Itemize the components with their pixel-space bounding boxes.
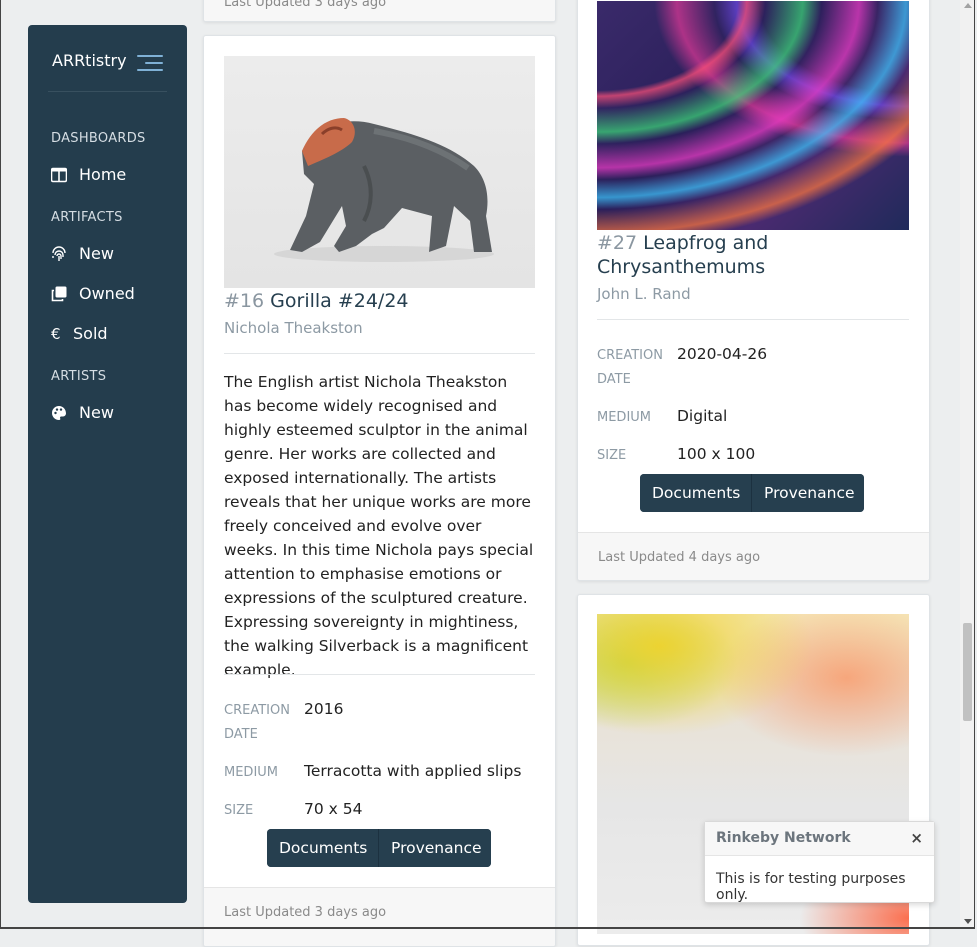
label-line: DATE [597, 372, 631, 387]
sidebar-item-home[interactable]: Home [50, 165, 127, 184]
toast-header: Rinkeby Network × [705, 822, 934, 856]
sidebar-item-owned[interactable]: Owned [51, 284, 135, 303]
close-icon[interactable]: × [910, 829, 923, 847]
toast-body: This is for testing purposes only. [716, 871, 906, 903]
euro-icon: € [51, 324, 61, 343]
sidebar-item-label: Owned [79, 284, 135, 303]
artifact-description: The English artist Nichola Theakston has… [224, 373, 534, 679]
artifact-title: Gorilla #24/24 [270, 290, 409, 312]
label-line: CREATION [224, 703, 290, 718]
medium-value: Digital [677, 407, 728, 425]
size-value: 70 x 54 [304, 800, 363, 818]
label-line: DATE [224, 727, 258, 742]
artifact-card-partial: Last Updated 3 days ago [203, 0, 556, 22]
sidebar-item-label: Sold [73, 324, 108, 343]
last-updated: Last Updated 3 days ago [224, 905, 387, 920]
artist-name: Nichola Theakston [224, 319, 363, 337]
brand-divider [48, 91, 167, 92]
artifact-card-leapfrog: #27 Leapfrog and Chrysanthemums John L. … [577, 0, 930, 581]
artifact-title-line: #16 Gorilla #24/24 [224, 289, 409, 313]
gorilla-sculpture-image [274, 118, 494, 262]
scroll-thumb[interactable] [963, 623, 972, 721]
divider [597, 319, 909, 320]
divider [224, 353, 535, 354]
scroll-up-icon[interactable] [964, 3, 972, 8]
section-dashboards: DASHBOARDS [51, 131, 146, 146]
creation-date-value: 2016 [304, 700, 344, 718]
documents-button[interactable]: Documents [267, 829, 378, 867]
card-footer: Last Updated 3 days ago [204, 887, 555, 946]
divider [224, 674, 535, 675]
sidebar-item-new-artifact[interactable]: New [51, 244, 114, 263]
scroll-down-icon[interactable] [964, 919, 972, 924]
sidebar-item-new-artist[interactable]: New [51, 403, 114, 422]
artifact-title: Chrysanthemums [597, 256, 766, 278]
size-value: 100 x 100 [677, 445, 756, 463]
medium-value: Terracotta with applied slips [304, 762, 522, 780]
section-artifacts: ARTIFACTS [51, 210, 123, 225]
artifact-card-gorilla: #16 Gorilla #24/24 Nichola Theakston The… [203, 35, 556, 947]
sidebar: ARRtistry DASHBOARDS Home ARTIFACTS New … [28, 25, 187, 903]
provenance-button[interactable]: Provenance [378, 829, 491, 867]
creation-date-label: CREATION DATE [224, 699, 290, 747]
last-updated: Last Updated 3 days ago [224, 0, 387, 10]
provenance-button[interactable]: Provenance [751, 474, 864, 512]
artifact-title-line: #27 Leapfrog and Chrysanthemums [597, 231, 909, 279]
artifact-number: #16 [224, 290, 265, 312]
medium-label: MEDIUM [224, 765, 279, 780]
artifact-title: Leapfrog and [643, 232, 769, 254]
sidebar-item-label: New [79, 403, 114, 422]
clone-icon [51, 286, 67, 302]
artist-name: John L. Rand [597, 285, 691, 303]
label-line: CREATION [597, 348, 663, 363]
sidebar-item-sold[interactable]: € Sold [51, 324, 108, 343]
size-label: SIZE [224, 803, 254, 818]
artifact-actions: Documents Provenance [640, 474, 864, 512]
network-toast: Rinkeby Network × This is for testing pu… [704, 821, 935, 903]
card-footer: Last Updated 3 days ago [204, 0, 555, 21]
sidebar-item-label: Home [79, 165, 127, 184]
palette-icon [51, 405, 67, 421]
columns-icon [50, 167, 68, 183]
artifact-actions: Documents Provenance [267, 829, 491, 867]
page-scrollbar[interactable] [960, 0, 975, 929]
size-label: SIZE [597, 448, 627, 463]
documents-button[interactable]: Documents [640, 474, 751, 512]
artifact-image[interactable] [224, 56, 535, 288]
sidebar-item-label: New [79, 244, 114, 263]
section-artists: ARTISTS [51, 369, 107, 384]
medium-label: MEDIUM [597, 410, 652, 425]
artifact-number: #27 [597, 232, 638, 254]
fingerprint-icon [51, 245, 67, 262]
toast-title: Rinkeby Network [716, 830, 851, 846]
creation-date-value: 2020-04-26 [677, 345, 768, 363]
hamburger-menu-icon[interactable] [137, 53, 163, 73]
artifact-image[interactable] [597, 1, 909, 230]
creation-date-label: CREATION DATE [597, 344, 663, 392]
card-footer: Last Updated 4 days ago [578, 532, 929, 580]
brand-name[interactable]: ARRtistry [52, 51, 127, 70]
last-updated: Last Updated 4 days ago [598, 550, 761, 565]
